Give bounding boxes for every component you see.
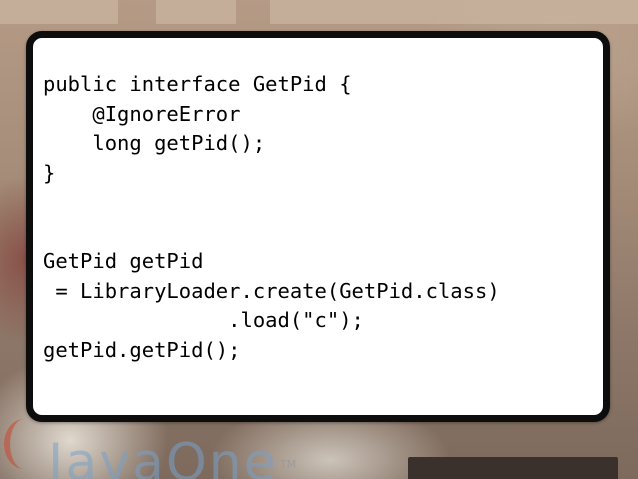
code-card: public interface GetPid { @IgnoreError l…	[26, 31, 610, 422]
trademark-mark: TM	[280, 458, 297, 471]
code-line-8: = LibraryLoader.create(GetPid.class)	[43, 278, 500, 303]
code-line-2: @IgnoreError	[43, 101, 241, 126]
ceiling-beam	[0, 0, 118, 24]
code-block: public interface GetPid { @IgnoreError l…	[43, 70, 500, 365]
code-line-9: .load("c");	[43, 308, 364, 332]
ceiling-beam	[156, 0, 236, 24]
code-line-3: long getPid();	[43, 131, 266, 155]
java-logo-icon	[4, 419, 44, 469]
code-line-4: }	[43, 160, 56, 185]
code-line-10: getPid.getPid();	[43, 337, 241, 362]
event-logo-text: JavaOne	[48, 433, 278, 479]
ceiling-beam	[270, 0, 638, 24]
code-line-1: public interface GetPid {	[43, 72, 352, 96]
code-line-7: GetPid getPid	[43, 249, 204, 273]
podium	[408, 457, 618, 479]
